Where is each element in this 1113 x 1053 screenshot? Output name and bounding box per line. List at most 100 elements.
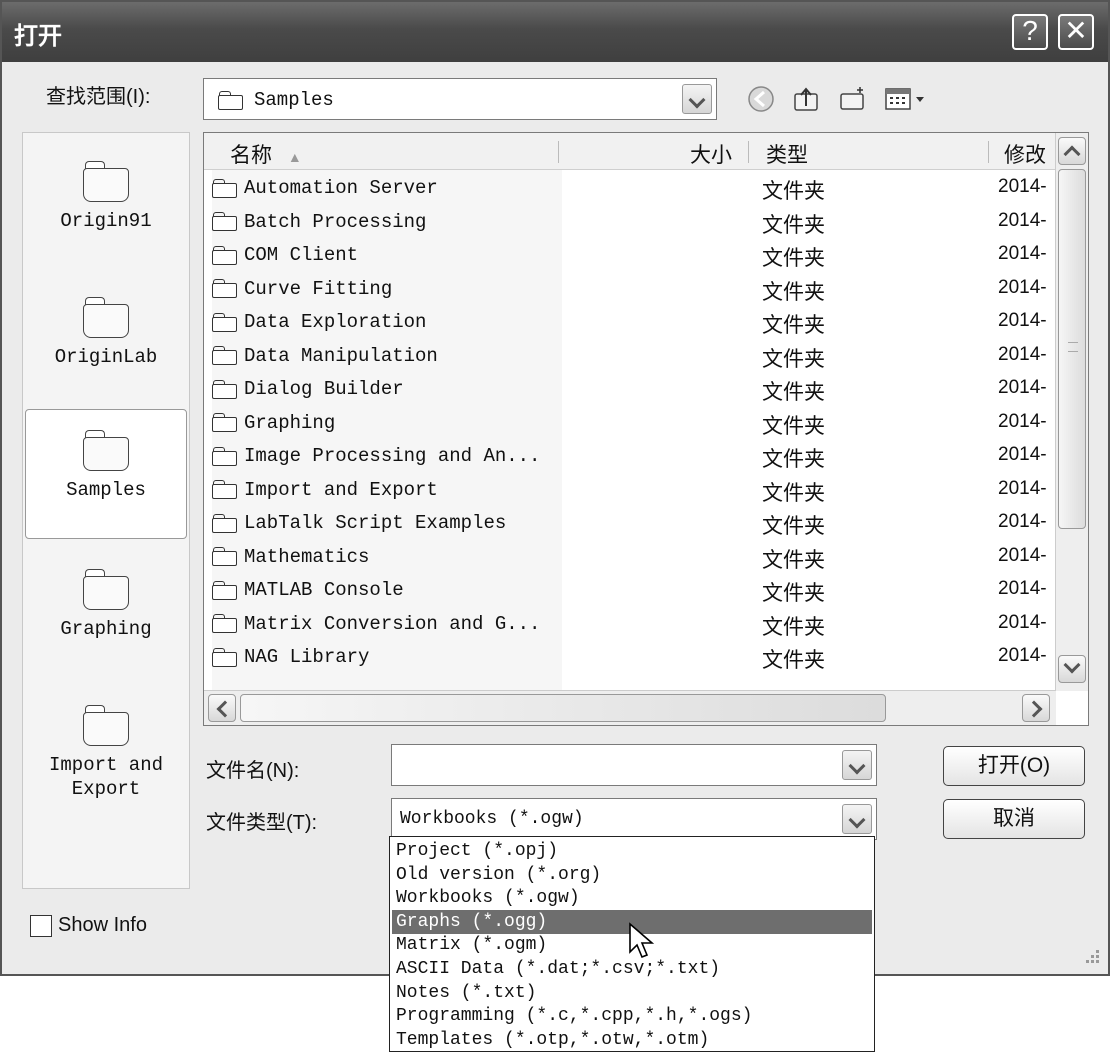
table-row[interactable]: COM Client 文件夹 2014-: [212, 240, 1048, 273]
folder-icon: [83, 430, 129, 471]
scroll-left-button[interactable]: [208, 694, 236, 722]
place-import-export[interactable]: Import and Export: [25, 685, 187, 815]
views-icon[interactable]: [884, 84, 930, 114]
folder-icon: [212, 513, 238, 533]
help-button[interactable]: ?: [1012, 14, 1048, 50]
folder-icon: [212, 547, 238, 567]
file-type: 文件夹: [762, 314, 825, 337]
folder-icon: [212, 614, 238, 634]
horizontal-scrollbar[interactable]: [204, 690, 1056, 725]
table-row[interactable]: Batch Processing 文件夹 2014-: [212, 207, 1048, 240]
place-graphing[interactable]: Graphing: [25, 549, 187, 679]
open-dialog: 打开 ? ✕ 查找范围(I): Samples Origin91 OriginL…: [0, 0, 1110, 976]
filetype-value: Workbooks (*.ogw): [400, 809, 584, 829]
filetype-option[interactable]: Programming (*.c,*.cpp,*.h,*.ogs): [392, 1004, 872, 1028]
folder-icon: [212, 346, 238, 366]
folder-icon: [212, 312, 238, 332]
mouse-cursor-icon: [629, 922, 655, 959]
column-divider[interactable]: [558, 141, 559, 163]
file-name: Graphing: [244, 411, 336, 434]
table-row[interactable]: Data Manipulation 文件夹 2014-: [212, 341, 1048, 374]
vertical-scrollbar[interactable]: [1055, 133, 1088, 691]
file-name: LabTalk Script Examples: [244, 512, 507, 534]
file-modified: 2014-: [998, 276, 1047, 298]
folder-icon: [212, 279, 238, 299]
chevron-up-icon: [1063, 145, 1081, 163]
folder-icon: [83, 161, 129, 202]
table-row[interactable]: Image Processing and An... 文件夹 2014-: [212, 441, 1048, 474]
lookin-dropdown-button[interactable]: [682, 84, 712, 114]
title-bar: 打开 ? ✕: [2, 2, 1108, 62]
filetype-option[interactable]: Templates (*.otp,*.otw,*.otm): [392, 1028, 872, 1052]
table-row[interactable]: MATLAB Console 文件夹 2014-: [212, 575, 1048, 608]
lookin-combo[interactable]: Samples: [203, 78, 717, 120]
column-size[interactable]: 大小: [690, 139, 732, 169]
table-row[interactable]: Matrix Conversion and G... 文件夹 2014-: [212, 609, 1048, 642]
scroll-right-button[interactable]: [1022, 694, 1050, 722]
file-modified: 2014-: [998, 578, 1047, 599]
vertical-scroll-thumb[interactable]: [1058, 169, 1086, 529]
file-name: Mathematics: [244, 545, 370, 568]
place-samples[interactable]: Samples: [25, 409, 187, 539]
show-info-checkbox[interactable]: Show Info: [30, 914, 147, 937]
table-row[interactable]: Graphing 文件夹 2014-: [212, 408, 1048, 441]
lookin-label: 查找范围(I):: [46, 86, 151, 108]
place-label: Import and Export: [48, 754, 164, 800]
column-modified[interactable]: 修改: [1004, 139, 1046, 169]
filetype-option[interactable]: Project (*.opj): [392, 839, 872, 863]
column-divider[interactable]: [988, 141, 989, 163]
table-row[interactable]: LabTalk Script Examples 文件夹 2014-: [212, 508, 1048, 541]
checkbox-box[interactable]: [30, 914, 52, 937]
file-type: 文件夹: [762, 582, 825, 605]
table-row[interactable]: Mathematics 文件夹 2014-: [212, 542, 1048, 575]
table-row[interactable]: Automation Server 文件夹 2014-: [212, 173, 1048, 206]
filetype-combo[interactable]: Workbooks (*.ogw): [391, 798, 877, 840]
open-button[interactable]: 打开(O): [943, 746, 1085, 786]
filename-combo[interactable]: [391, 744, 877, 786]
filetype-option[interactable]: Workbooks (*.ogw): [392, 886, 872, 910]
back-icon[interactable]: [746, 84, 776, 114]
column-name[interactable]: 名称 ▲: [230, 139, 302, 169]
help-icon: ?: [1022, 15, 1038, 46]
column-divider[interactable]: [748, 141, 749, 163]
file-type: 文件夹: [762, 649, 825, 672]
horizontal-scroll-thumb[interactable]: [240, 694, 886, 722]
scroll-up-button[interactable]: [1058, 137, 1086, 165]
file-modified: 2014-: [998, 477, 1047, 499]
cancel-button[interactable]: 取消: [943, 799, 1085, 839]
file-modified: 2014-: [998, 243, 1047, 264]
file-modified: 2014-: [998, 209, 1047, 231]
table-row[interactable]: Curve Fitting 文件夹 2014-: [212, 274, 1048, 307]
filetype-option[interactable]: Notes (*.txt): [392, 981, 872, 1005]
window-title: 打开: [14, 23, 62, 50]
folder-icon: [212, 212, 238, 232]
file-modified: 2014-: [998, 611, 1047, 633]
place-originlab[interactable]: OriginLab: [25, 277, 187, 407]
close-button[interactable]: ✕: [1058, 14, 1094, 50]
table-row[interactable]: Data Exploration 文件夹 2014-: [212, 307, 1048, 340]
list-header: 名称 ▲ 大小 类型 修改: [204, 133, 1056, 170]
resize-grip-icon[interactable]: [1080, 946, 1102, 968]
new-folder-icon[interactable]: [838, 84, 868, 114]
column-type[interactable]: 类型: [766, 139, 808, 169]
place-origin91[interactable]: Origin91: [25, 141, 187, 271]
filename-label: 文件名(N):: [206, 760, 300, 782]
folder-icon: [83, 297, 129, 338]
scroll-down-button[interactable]: [1058, 655, 1086, 683]
file-type: 文件夹: [762, 247, 825, 270]
file-name: Image Processing and An...: [244, 445, 541, 467]
filetype-dropdown-button[interactable]: [842, 804, 872, 834]
lookin-value: Samples: [254, 89, 334, 111]
table-row[interactable]: NAG Library 文件夹 2014-: [212, 642, 1048, 675]
up-folder-icon[interactable]: [792, 84, 822, 114]
folder-icon: [212, 413, 238, 433]
filetype-option[interactable]: Old version (*.org): [392, 863, 872, 887]
file-name: Batch Processing: [244, 210, 427, 233]
table-row[interactable]: Import and Export 文件夹 2014-: [212, 475, 1048, 508]
filename-dropdown-button[interactable]: [842, 750, 872, 780]
file-type: 文件夹: [762, 180, 825, 203]
folder-icon: [212, 480, 238, 500]
table-row[interactable]: Dialog Builder 文件夹 2014-: [212, 374, 1048, 407]
file-modified: 2014-: [998, 377, 1047, 398]
file-name: NAG Library: [244, 646, 370, 668]
